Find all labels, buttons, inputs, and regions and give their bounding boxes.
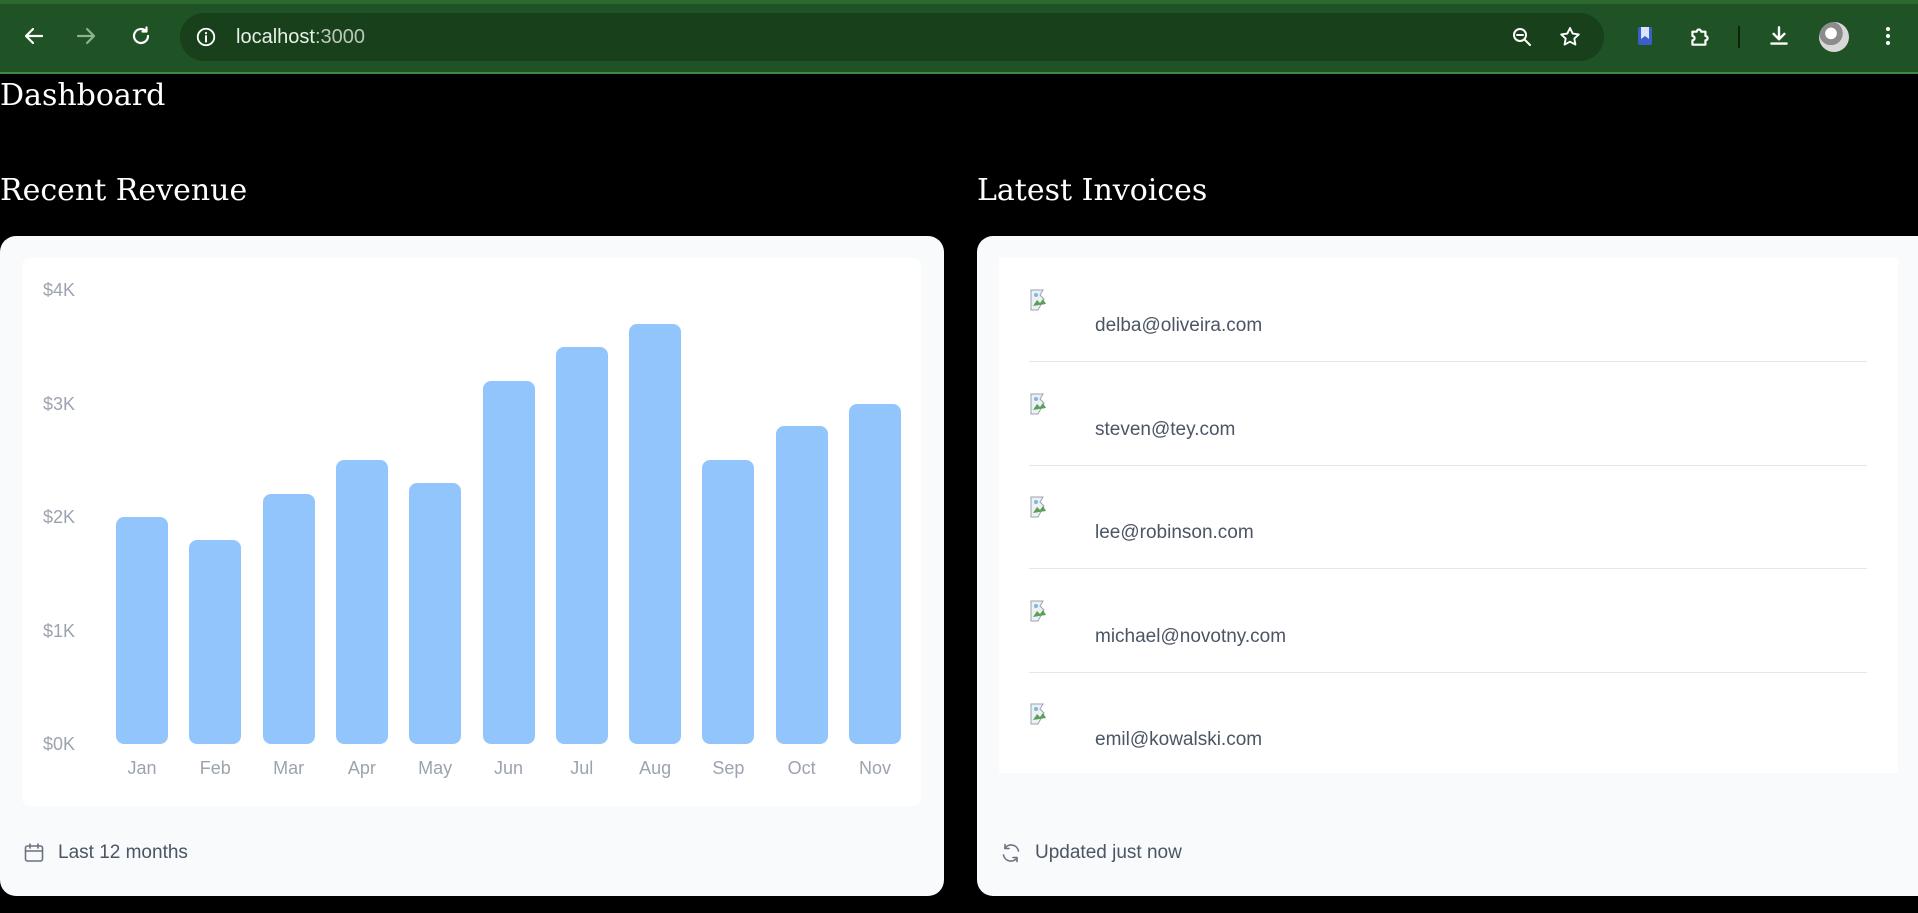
- y-tick-label: $2K: [43, 507, 76, 527]
- x-tick-label: Nov: [858, 758, 891, 778]
- bar-oct: [775, 426, 828, 744]
- bar-aug: [629, 324, 682, 744]
- broken-image-icon: [1030, 600, 1046, 621]
- download-icon[interactable]: [1765, 22, 1793, 50]
- broken-image-icon: [1030, 393, 1046, 414]
- invoice-row[interactable]: delba@oliveira.com: [1029, 258, 1867, 362]
- invoice-row[interactable]: michael@novotny.com: [1029, 569, 1867, 673]
- profile-avatar[interactable]: [1819, 22, 1849, 52]
- y-tick-label: $0K: [43, 734, 76, 754]
- invoice-email: steven@tey.com: [1095, 418, 1236, 440]
- refresh-icon: [1002, 843, 1020, 863]
- x-tick-label: Jun: [493, 758, 524, 778]
- revenue-section-title: Recent Revenue: [0, 173, 248, 208]
- url-host: localhost: [236, 26, 315, 48]
- x-tick-label: Jan: [127, 758, 157, 778]
- puzzle-extension-icon[interactable]: [1686, 22, 1714, 50]
- invoice-email: emil@kowalski.com: [1095, 729, 1263, 750]
- bar-may: [409, 482, 462, 744]
- bar-apr: [335, 460, 388, 744]
- invoice-email: delba@oliveira.com: [1095, 315, 1263, 336]
- more-menu-icon[interactable]: [1874, 22, 1902, 50]
- reload-icon[interactable]: [126, 21, 156, 51]
- revenue-card-footer: Last 12 months: [22, 838, 188, 868]
- y-tick-label: $3K: [43, 393, 76, 414]
- broken-image-icon: [1030, 289, 1046, 311]
- invoice-email: michael@novotny.com: [1095, 625, 1287, 647]
- invoices-section-title: Latest Invoices: [977, 173, 1208, 208]
- x-tick-label: Apr: [347, 758, 376, 778]
- address-bar[interactable]: localhost:3000: [180, 13, 1604, 61]
- invoice-row[interactable]: steven@tey.com: [1029, 362, 1867, 466]
- invoices-card-footer: Updated just now: [999, 838, 1182, 868]
- star-icon[interactable]: [1558, 25, 1582, 49]
- bar-nov: [849, 403, 901, 744]
- url-port: :3000: [314, 26, 365, 48]
- zoom-icon[interactable]: [1510, 25, 1534, 49]
- tab-strip-edge: [0, 0, 1918, 4]
- bar-mar: [262, 494, 315, 744]
- forward-arrow-icon[interactable]: [71, 21, 101, 51]
- bar-sep: [702, 460, 755, 744]
- toolbar-separator: [1738, 26, 1740, 48]
- site-info-icon[interactable]: [194, 25, 218, 49]
- invoice-email: lee@robinson.com: [1095, 522, 1254, 543]
- page-title: Dashboard: [0, 78, 166, 113]
- x-tick-label: Sep: [712, 758, 745, 778]
- invoice-row[interactable]: lee@robinson.com: [1029, 465, 1867, 569]
- browser-toolbar: localhost:3000: [0, 0, 1918, 74]
- y-tick-label: $4K: [43, 280, 76, 300]
- x-tick-label: Mar: [273, 758, 305, 778]
- bar-jul: [555, 346, 608, 744]
- bookmark-extension-icon[interactable]: [1631, 22, 1659, 50]
- invoice-row[interactable]: emil@kowalski.com: [1029, 672, 1867, 775]
- invoice-list: delba@oliveira.com steven@tey.com lee@robi…: [999, 258, 1898, 773]
- x-tick-label: May: [418, 758, 453, 778]
- x-tick-label: Jul: [570, 758, 594, 778]
- invoices-footer-label: Updated just now: [1035, 842, 1182, 863]
- x-tick-label: Oct: [787, 758, 816, 778]
- bar-jun: [482, 380, 535, 744]
- revenue-footer-label: Last 12 months: [58, 842, 188, 863]
- toolbar-bottom-border: [0, 72, 1918, 74]
- revenue-chart: $4K $3K $2K $1K $0K Jan Feb Mar Apr May Jun Jul Aug S…: [22, 258, 921, 806]
- x-tick-label: Feb: [199, 758, 231, 778]
- y-tick-label: $1K: [43, 620, 76, 641]
- broken-image-icon: [1030, 496, 1046, 518]
- broken-image-icon: [1030, 703, 1046, 725]
- invoices-card: delba@oliveira.com steven@tey.com lee@robi…: [977, 236, 1918, 896]
- bar-jan: [116, 517, 168, 744]
- calendar-icon: [24, 843, 44, 862]
- bar-feb: [189, 539, 242, 744]
- revenue-card: $4K $3K $2K $1K $0K Jan Feb Mar Apr May Jun Jul Aug S…: [0, 236, 944, 896]
- x-tick-label: Aug: [639, 758, 672, 778]
- url-text[interactable]: localhost:3000: [236, 25, 365, 49]
- back-arrow-icon[interactable]: [19, 21, 49, 51]
